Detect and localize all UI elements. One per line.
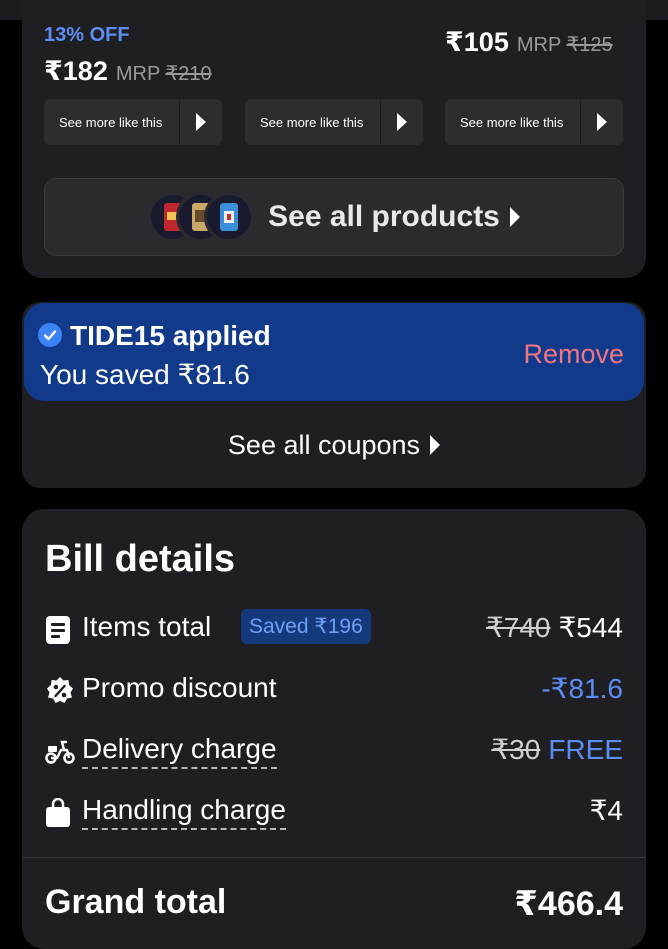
product-thumbnails <box>148 192 255 242</box>
discount-badge-icon <box>45 676 73 704</box>
arrow-right-icon[interactable] <box>580 99 623 145</box>
coupon-saved-text: You saved ₹81.6 <box>40 359 250 390</box>
items-total-label: Items total <box>82 611 212 642</box>
bill-details-title: Bill details <box>45 538 236 580</box>
handling-charge-label[interactable]: Handling charge <box>82 794 286 830</box>
items-total-value: ₹740 ₹544 <box>485 612 623 643</box>
applied-coupon-banner: TIDE15 applied You saved ₹81.6 Remove <box>24 303 644 401</box>
bill-divider <box>22 857 646 858</box>
see-more-label: See more like this <box>260 114 364 130</box>
product-thumbnail-pack <box>204 192 255 242</box>
see-all-coupons-label: See all coupons <box>227 429 421 460</box>
see-more-label: See more like this <box>59 114 163 130</box>
product-price-1: ₹182 MRP ₹210 <box>44 56 212 87</box>
grand-total-label: Grand total <box>45 883 227 921</box>
see-all-products-label: See all products <box>268 200 500 233</box>
saved-badge: Saved ₹196 <box>241 609 371 644</box>
see-more-button-2[interactable]: See more like this <box>245 99 423 145</box>
handling-charge-row: Handling charge ₹4 <box>45 790 623 834</box>
see-more-button-1[interactable]: See more like this <box>44 99 222 145</box>
chevron-right-icon <box>509 207 520 227</box>
remove-coupon-button[interactable]: Remove <box>523 339 624 370</box>
see-more-button-3[interactable]: See more like this <box>445 99 623 145</box>
grand-total-value: ₹466.4 <box>514 885 623 923</box>
promo-discount-row: Promo discount -₹81.6 <box>45 668 623 712</box>
mrp-text: MRP ₹125 <box>516 34 613 56</box>
chevron-right-icon <box>430 435 441 455</box>
receipt-icon <box>45 615 73 644</box>
shopping-bag-icon <box>45 797 73 827</box>
promo-discount-label: Promo discount <box>82 672 277 703</box>
scooter-icon <box>45 737 75 765</box>
arrow-right-icon[interactable] <box>380 99 423 145</box>
product-price-3: ₹105 MRP ₹125 <box>445 27 613 58</box>
delivery-charge-value: ₹30 FREE <box>491 734 623 765</box>
handling-charge-value: ₹4 <box>589 795 623 826</box>
see-more-label: See more like this <box>460 114 564 130</box>
price-value: ₹182 <box>44 56 108 86</box>
arrow-right-icon[interactable] <box>179 99 222 145</box>
promo-discount-value: -₹81.6 <box>541 673 623 704</box>
discount-label: 13% OFF <box>44 24 130 46</box>
see-all-coupons-button[interactable]: See all coupons <box>22 425 646 465</box>
check-circle-icon <box>38 323 62 347</box>
price-value: ₹105 <box>445 27 509 57</box>
delivery-charge-label[interactable]: Delivery charge <box>82 733 277 769</box>
items-total-row: Items total Saved ₹196 ₹740 ₹544 <box>45 607 623 651</box>
mrp-text: MRP ₹210 <box>115 63 212 85</box>
coupon-code-label: TIDE15 applied <box>70 320 271 351</box>
delivery-charge-row: Delivery charge ₹30 FREE <box>45 729 623 773</box>
see-all-products-button[interactable]: See all products <box>44 178 624 256</box>
